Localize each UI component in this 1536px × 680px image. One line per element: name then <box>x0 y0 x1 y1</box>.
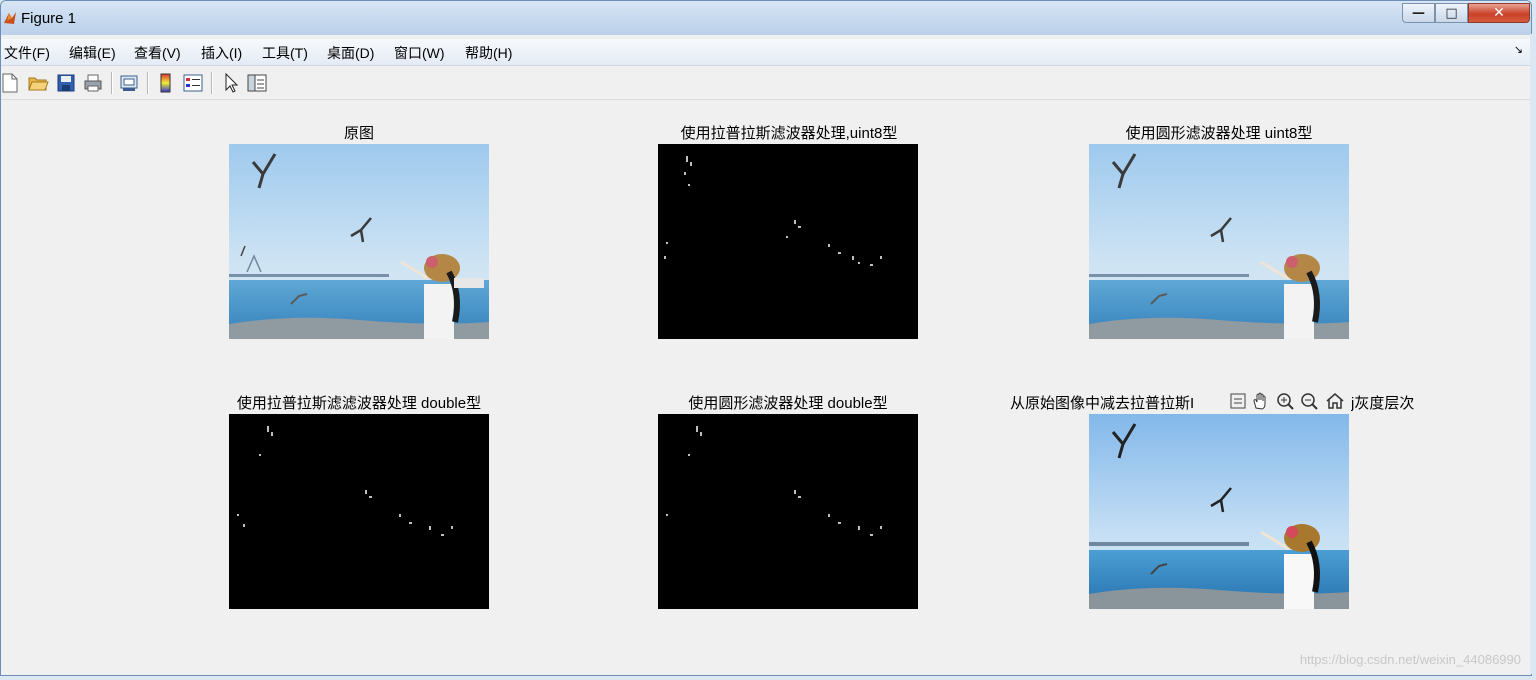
menu-desktop[interactable]: 桌面(D) <box>327 43 374 63</box>
menu-help[interactable]: 帮助(H) <box>465 43 512 63</box>
colorbar-icon[interactable] <box>155 72 177 94</box>
image-original[interactable] <box>229 144 489 339</box>
image-circular-uint8[interactable] <box>1089 144 1349 339</box>
maximize-button[interactable]: □ <box>1435 3 1468 23</box>
image-circular-double[interactable] <box>658 414 918 609</box>
menu-file[interactable]: 文件(F) <box>4 43 50 63</box>
dock-arrow-icon[interactable]: ↘ <box>1514 43 1523 56</box>
menu-edit[interactable]: 编辑(E) <box>69 43 116 63</box>
toolbar-separator <box>111 72 113 94</box>
brush-icon[interactable] <box>1228 392 1248 410</box>
minimize-button[interactable]: — <box>1402 3 1435 23</box>
subplot-title-4: 使用拉普拉斯滤滤波器处理 double型 <box>236 395 482 412</box>
image-enhanced[interactable] <box>1089 414 1349 609</box>
zoom-out-icon[interactable] <box>1300 392 1320 410</box>
maximize-icon: □ <box>1445 5 1458 21</box>
matlab-icon <box>4 12 16 24</box>
figure-toolbar <box>1 67 1531 100</box>
subplot-title-5: 使用圆形滤波器处理 double型 <box>688 395 888 412</box>
subplot-title-6-left: 从原始图像中减去拉普拉斯I <box>1010 395 1195 412</box>
legend-icon[interactable] <box>182 72 204 94</box>
print-icon[interactable] <box>82 72 104 94</box>
axes-toolbar <box>1226 389 1351 413</box>
subplot-title-3: 使用圆形滤波器处理 uint8型 <box>1125 125 1313 142</box>
window-title: Figure 1 <box>21 10 77 27</box>
image-laplacian-uint8[interactable] <box>658 144 918 339</box>
title-bar[interactable]: Figure 1 — □ ✕ <box>1 1 1531 35</box>
close-icon: ✕ <box>1493 5 1505 21</box>
figure-window: Figure 1 — □ ✕ 文件(F) 编辑(E) 查看(V) 插入(I) 工… <box>0 0 1532 676</box>
toolbar-separator <box>211 72 213 94</box>
menu-tools[interactable]: 工具(T) <box>262 43 308 63</box>
property-editor-icon[interactable] <box>246 72 268 94</box>
new-figure-icon[interactable] <box>0 72 21 94</box>
minimize-icon: — <box>1412 5 1425 21</box>
open-folder-icon[interactable] <box>27 72 49 94</box>
home-icon[interactable] <box>1325 392 1345 410</box>
print-preview-icon[interactable] <box>118 72 140 94</box>
menu-window[interactable]: 窗口(W) <box>394 43 445 63</box>
menu-bar: 文件(F) 编辑(E) 查看(V) 插入(I) 工具(T) 桌面(D) 窗口(W… <box>1 39 1531 66</box>
image-laplacian-double[interactable] <box>229 414 489 609</box>
pan-hand-icon[interactable] <box>1251 392 1271 410</box>
save-icon[interactable] <box>55 72 77 94</box>
menu-insert[interactable]: 插入(I) <box>201 43 242 63</box>
pointer-icon[interactable] <box>220 72 242 94</box>
toolbar-separator <box>147 72 149 94</box>
subplot-title-1: 原图 <box>343 125 374 142</box>
close-button[interactable]: ✕ <box>1468 3 1530 23</box>
watermark: https://blog.csdn.net/weixin_44086990 <box>1299 652 1521 667</box>
window-edge <box>1530 34 1536 674</box>
menu-view[interactable]: 查看(V) <box>134 43 181 63</box>
subplot-title-6-right: j灰度层次 <box>1351 395 1415 412</box>
zoom-in-icon[interactable] <box>1276 392 1296 410</box>
subplot-title-2: 使用拉普拉斯滤波器处理,uint8型 <box>680 125 898 142</box>
